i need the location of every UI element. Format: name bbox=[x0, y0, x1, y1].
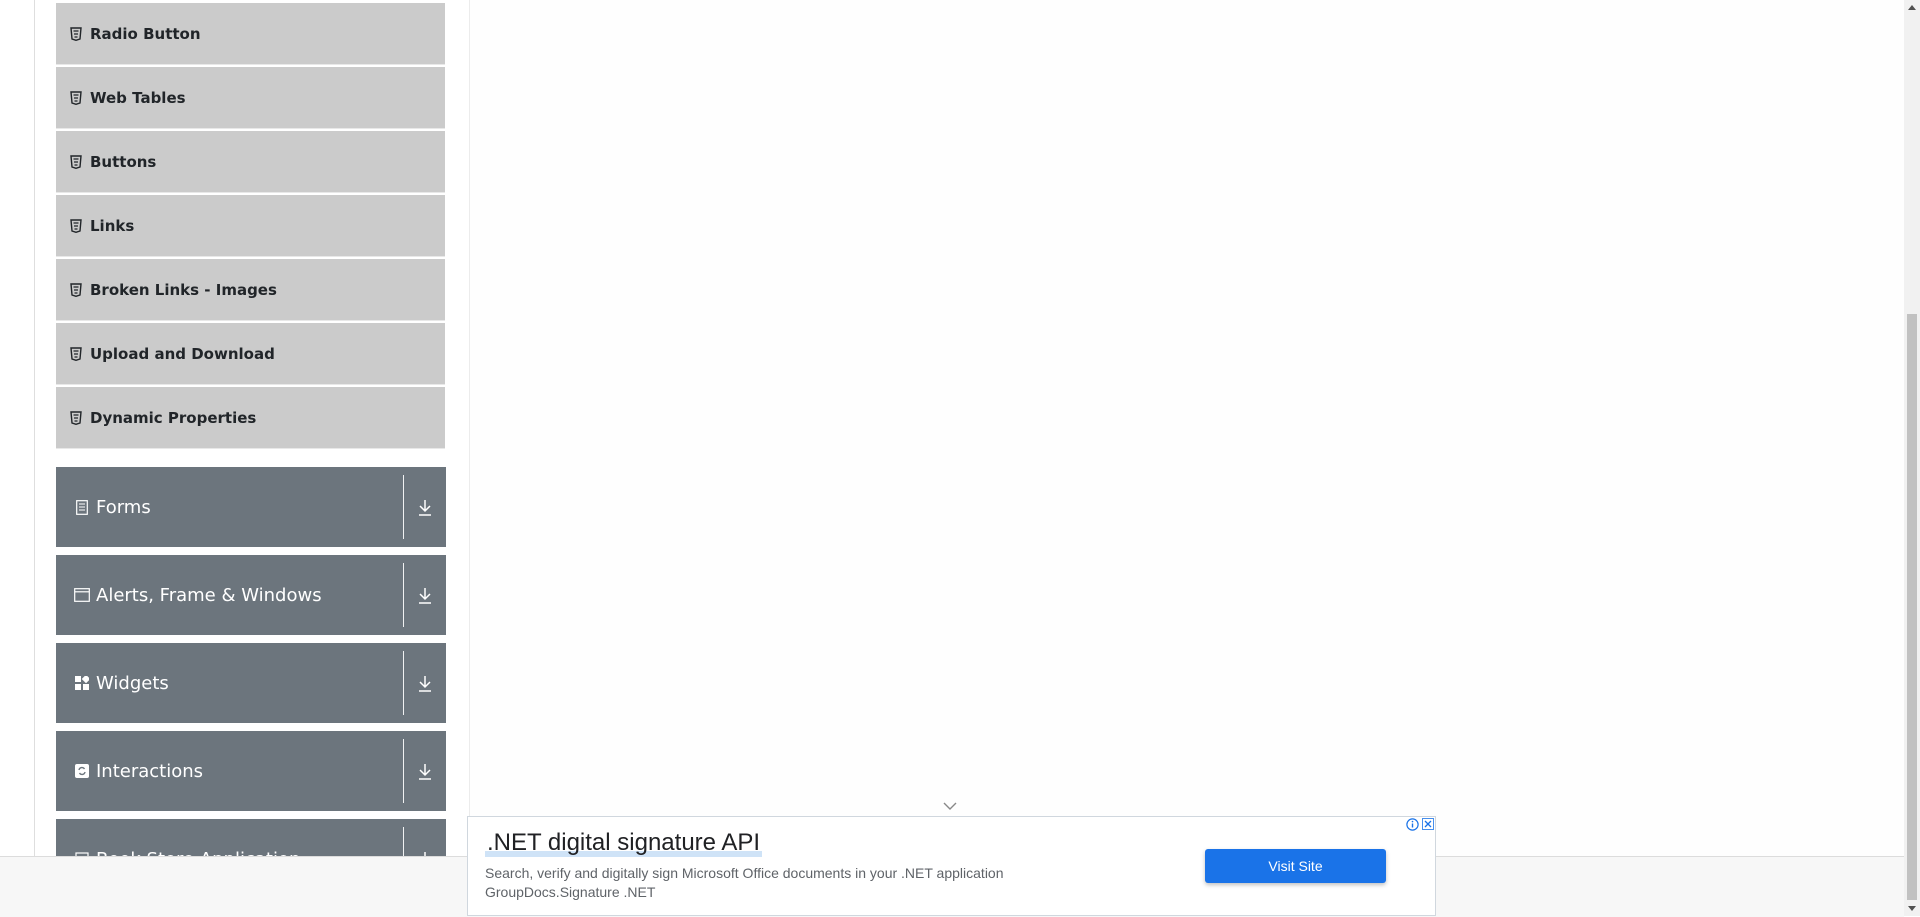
window-icon bbox=[74, 587, 90, 603]
sidebar-item-upload-and-download[interactable]: Upload and Download bbox=[56, 323, 445, 385]
download-arrow-icon[interactable] bbox=[412, 759, 438, 785]
ad-close-icon[interactable] bbox=[1421, 817, 1435, 831]
main-content-area bbox=[470, 0, 1904, 856]
html5-icon bbox=[70, 410, 82, 425]
group-header-widgets[interactable]: Widgets bbox=[56, 643, 446, 723]
group-header-label: Widgets bbox=[96, 672, 169, 694]
download-arrow-icon[interactable] bbox=[412, 583, 438, 609]
sidebar-item-label: Radio Button bbox=[90, 24, 201, 43]
divider bbox=[403, 739, 404, 803]
html5-icon bbox=[70, 90, 82, 105]
sidebar-item-radio-button[interactable]: Radio Button bbox=[56, 3, 445, 65]
sidebar-item-label: Broken Links - Images bbox=[90, 280, 277, 299]
divider bbox=[403, 475, 404, 539]
ad-advertiser: GroupDocs.Signature .NET bbox=[485, 884, 656, 900]
download-arrow-icon[interactable] bbox=[412, 495, 438, 521]
html5-icon bbox=[70, 346, 82, 361]
sidebar-item-label: Links bbox=[90, 216, 135, 235]
ad-description: Search, verify and digitally sign Micros… bbox=[485, 865, 1004, 881]
group-header-label: Forms bbox=[96, 496, 151, 518]
group-header-alerts-frame-windows[interactable]: Alerts, Frame & Windows bbox=[56, 555, 446, 635]
divider bbox=[403, 651, 404, 715]
sidebar-item-dynamic-properties[interactable]: Dynamic Properties bbox=[56, 387, 445, 449]
chevron-down-icon[interactable] bbox=[943, 800, 957, 812]
html5-icon bbox=[70, 218, 82, 233]
sidebar-item-label: Dynamic Properties bbox=[90, 408, 257, 427]
sidebar-item-broken-links-images[interactable]: Broken Links - Images bbox=[56, 259, 445, 321]
sidebar-item-label: Buttons bbox=[90, 152, 157, 171]
group-header-interactions[interactable]: Interactions bbox=[56, 731, 446, 811]
ad-banner[interactable]: .NET digital signature API Search, verif… bbox=[467, 816, 1436, 916]
scrollbar-thumb[interactable] bbox=[1907, 314, 1917, 900]
html5-icon bbox=[70, 154, 82, 169]
left-border bbox=[34, 0, 35, 856]
form-icon bbox=[74, 499, 90, 515]
sidebar-item-web-tables[interactable]: Web Tables bbox=[56, 67, 445, 129]
html5-icon bbox=[70, 26, 82, 41]
sidebar-item-label: Upload and Download bbox=[90, 344, 275, 363]
divider bbox=[403, 563, 404, 627]
sidebar-item-links[interactable]: Links bbox=[56, 195, 445, 257]
scroll-down-arrow-icon[interactable] bbox=[1904, 902, 1920, 916]
html5-icon bbox=[70, 282, 82, 297]
visit-site-button[interactable]: Visit Site bbox=[1205, 849, 1386, 883]
widgets-icon bbox=[74, 675, 90, 691]
ad-title[interactable]: .NET digital signature API bbox=[485, 829, 763, 857]
scroll-up-arrow-icon[interactable] bbox=[1904, 0, 1920, 14]
group-header-label: Alerts, Frame & Windows bbox=[96, 584, 322, 606]
sidebar-item-label: Web Tables bbox=[90, 88, 186, 107]
sidebar-item-buttons[interactable]: Buttons bbox=[56, 131, 445, 193]
group-header-label: Interactions bbox=[96, 760, 204, 782]
interactions-icon bbox=[74, 763, 90, 779]
download-arrow-icon[interactable] bbox=[412, 671, 438, 697]
group-header-forms[interactable]: Forms bbox=[56, 467, 446, 547]
ad-info-icon[interactable] bbox=[1405, 817, 1419, 831]
